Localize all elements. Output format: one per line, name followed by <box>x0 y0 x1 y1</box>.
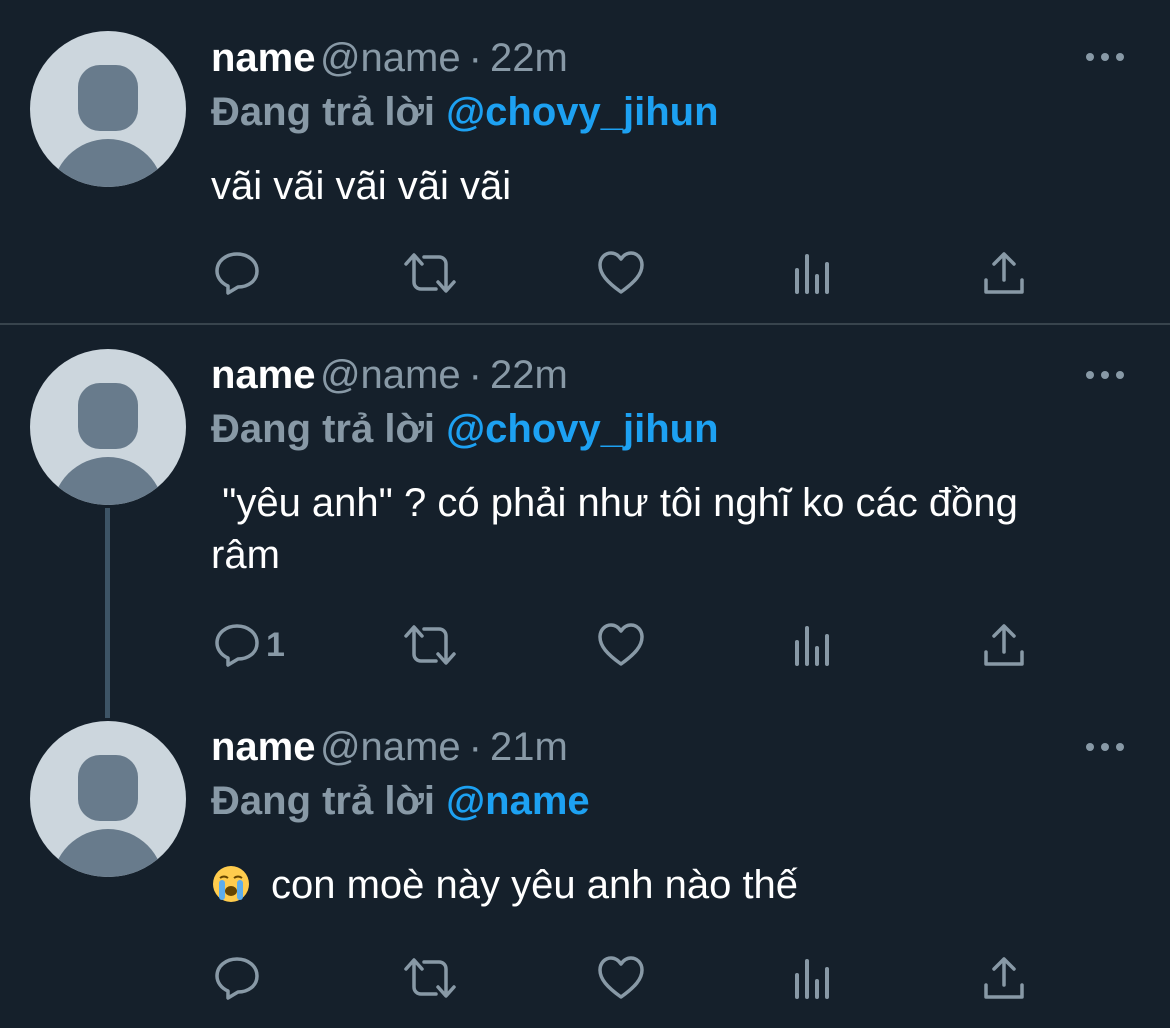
like-button[interactable] <box>597 620 645 670</box>
share-button[interactable] <box>982 620 1026 670</box>
share-icon <box>984 624 1024 666</box>
more-icon[interactable] <box>1086 371 1126 381</box>
heart-icon <box>598 956 644 999</box>
tweet[interactable]: name @name · 22m Đang trả lời @chovy_jihun… <box>0 325 1170 715</box>
tweet-header: name @name · 22m <box>211 353 568 403</box>
replying-label: Đang trả lời <box>211 90 436 134</box>
display-name[interactable]: name <box>211 353 316 397</box>
timestamp[interactable]: 22m <box>490 353 568 397</box>
replying-to: Đang trả lời @chovy_jihun <box>211 407 719 452</box>
tweet-text: vãi vãi vãi vãi vãi <box>211 164 512 208</box>
share-icon <box>984 957 1024 999</box>
user-handle[interactable]: @name <box>320 36 461 80</box>
separator: · <box>468 36 482 80</box>
reply-count: 1 <box>266 625 285 664</box>
more-icon[interactable] <box>1086 743 1126 753</box>
reply-button[interactable]: 1 <box>214 620 285 670</box>
mention-link[interactable]: @chovy_jihun <box>446 407 718 451</box>
reply-button[interactable] <box>214 953 266 1003</box>
timestamp[interactable]: 22m <box>490 36 568 80</box>
heart-icon <box>598 623 644 666</box>
timestamp[interactable]: 21m <box>490 725 568 769</box>
tweet[interactable]: name @name · 21m Đang trả lời @name con mo… <box>0 715 1170 1028</box>
replying-to: Đang trả lời @name <box>211 779 590 824</box>
replying-label: Đang trả lời <box>211 407 436 451</box>
action-bar <box>0 953 1170 1013</box>
reply-button[interactable] <box>214 248 266 298</box>
analytics-button[interactable] <box>793 620 833 670</box>
avatar[interactable] <box>30 721 186 877</box>
replying-to: Đang trả lời @chovy_jihun <box>211 90 719 135</box>
reply-icon <box>215 624 259 667</box>
analytics-button[interactable] <box>793 248 833 298</box>
like-button[interactable] <box>597 248 645 298</box>
tweet-header: name @name · 22m <box>211 36 568 86</box>
loudly-crying-face-icon <box>213 866 249 902</box>
tweet-header: name @name · 21m <box>211 725 568 775</box>
analytics-icon <box>795 254 829 294</box>
more-icon[interactable] <box>1086 53 1126 63</box>
heart-icon <box>598 251 644 294</box>
retweet-button[interactable] <box>402 953 458 1003</box>
reply-icon <box>215 957 259 1000</box>
analytics-button[interactable] <box>793 953 833 1003</box>
retweet-button[interactable] <box>402 620 458 670</box>
share-button[interactable] <box>982 953 1026 1003</box>
retweet-icon <box>404 958 456 998</box>
mention-link[interactable]: @name <box>446 779 590 823</box>
analytics-icon <box>795 626 829 666</box>
like-button[interactable] <box>597 953 645 1003</box>
tweet-text: "yêu anh" ? có phải như tôi nghĩ ko các … <box>211 481 1029 577</box>
replying-label: Đang trả lời <box>211 779 436 823</box>
share-icon <box>984 252 1024 294</box>
tweet-text: con moè này yêu anh nào thế <box>271 863 799 907</box>
display-name[interactable]: name <box>211 725 316 769</box>
avatar[interactable] <box>30 349 186 505</box>
user-handle[interactable]: @name <box>320 353 461 397</box>
action-bar <box>0 248 1170 308</box>
retweet-button[interactable] <box>402 248 458 298</box>
share-button[interactable] <box>982 248 1026 298</box>
tweet[interactable]: name @name · 22m Đang trả lời @chovy_jihun… <box>0 0 1170 323</box>
action-bar: 1 <box>0 620 1170 680</box>
tweet-text-row: con moè này yêu anh nào thế <box>211 859 1091 911</box>
user-handle[interactable]: @name <box>320 725 461 769</box>
separator: · <box>468 725 482 769</box>
mention-link[interactable]: @chovy_jihun <box>446 90 718 134</box>
retweet-icon <box>404 253 456 293</box>
reply-icon <box>215 252 259 295</box>
avatar[interactable] <box>30 31 186 187</box>
display-name[interactable]: name <box>211 36 316 80</box>
separator: · <box>468 353 482 397</box>
retweet-icon <box>404 625 456 665</box>
analytics-icon <box>795 959 829 999</box>
